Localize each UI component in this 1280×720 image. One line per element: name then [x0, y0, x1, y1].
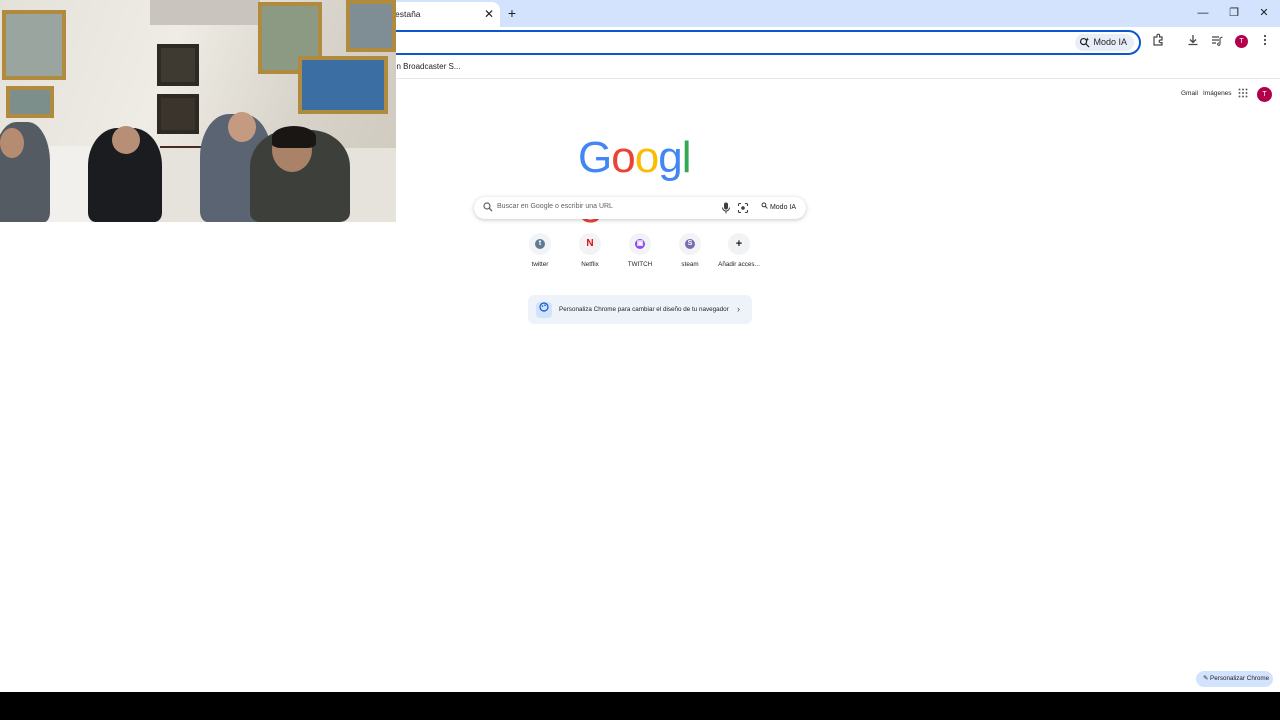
- shortcut-favicon: ▣: [629, 233, 651, 255]
- head: [228, 112, 256, 142]
- bookmark-item[interactable]: en Broadcaster S...: [392, 62, 460, 71]
- hair: [272, 126, 316, 148]
- tab-close-icon[interactable]: ✕: [481, 6, 497, 22]
- profile-avatar[interactable]: T: [1235, 35, 1248, 48]
- painting-frame: [2, 10, 66, 80]
- shortcut-tile[interactable]: ▣ TWITCH: [615, 233, 665, 273]
- shortcut-tile[interactable]: Ssteam: [665, 233, 715, 273]
- taskbar: [0, 692, 1280, 720]
- search-input[interactable]: Buscar en Google o escribir una URL: [497, 203, 613, 210]
- modo-ia-omnibox-button[interactable]: Modo IA: [1075, 34, 1134, 51]
- google-account-avatar[interactable]: T: [1257, 87, 1272, 102]
- modo-ia-search-label: Modo IA: [769, 204, 797, 211]
- logo-letter: o: [634, 133, 660, 182]
- sparkle-search-icon: [1080, 37, 1090, 48]
- painting-frame: [346, 0, 396, 52]
- shortcut-favicon: N: [579, 233, 601, 255]
- shortcut-icon: t: [535, 239, 545, 249]
- shortcut-icon: +: [735, 238, 743, 250]
- modo-ia-label: Modo IA: [1093, 37, 1127, 47]
- painting-frame: [6, 86, 54, 118]
- head: [112, 126, 140, 154]
- shortcut-label: TWITCH: [627, 261, 653, 268]
- head: [0, 128, 24, 158]
- shortcut-tile[interactable]: N Netflix: [565, 233, 615, 273]
- logo-letter: G: [578, 133, 612, 182]
- google-lens-icon[interactable]: [737, 202, 749, 214]
- new-tab-button[interactable]: +: [503, 4, 521, 22]
- chrome-window: estaña ✕ + — ❐ ✕ Modo IA T en Broadcaste…: [0, 0, 1280, 692]
- shortcut-label: twitter: [531, 261, 549, 268]
- shortcut-label: Netflix: [581, 261, 599, 268]
- modo-ia-search-button[interactable]: Modo IA: [756, 201, 801, 215]
- minimize-button[interactable]: —: [1193, 5, 1213, 21]
- shortcut-icon: ▣: [635, 239, 645, 249]
- close-window-button[interactable]: ✕: [1254, 5, 1274, 21]
- menu-icon[interactable]: [1256, 33, 1274, 51]
- download-icon[interactable]: [1184, 33, 1202, 51]
- media-queue-icon[interactable]: [1208, 33, 1226, 51]
- shortcut-label: Añadir acces...: [718, 261, 760, 268]
- microphone-icon[interactable]: [720, 201, 732, 215]
- shortcut-icon: S: [685, 239, 695, 249]
- shortcut-favicon: t: [529, 233, 551, 255]
- painting-frame: [157, 94, 199, 134]
- google-apps-icon[interactable]: [1237, 88, 1249, 100]
- sparkle-search-icon: [761, 202, 768, 209]
- shortcut-tile[interactable]: t twitter: [515, 233, 565, 273]
- customize-chrome-card[interactable]: Personaliza Chrome para cambiar el diseñ…: [528, 295, 752, 324]
- gmail-link[interactable]: Gmail: [1181, 90, 1198, 97]
- shortcut-icon: N: [586, 238, 594, 249]
- restore-button[interactable]: ❐: [1224, 5, 1244, 21]
- extensions-icon[interactable]: [1149, 33, 1167, 51]
- logo-letter: o: [611, 133, 636, 182]
- shortcut-label: steam: [681, 261, 699, 268]
- customize-card-text: Personaliza Chrome para cambiar el diseñ…: [559, 306, 729, 313]
- personalize-chrome-button[interactable]: ✎ Personalizar Chrome: [1196, 671, 1273, 687]
- webcam-overlay: [0, 0, 396, 222]
- painting-frame: [157, 44, 199, 86]
- omnibox[interactable]: Modo IA: [300, 30, 1141, 55]
- tab-title: estaña: [395, 9, 421, 19]
- google-logo: Google: [578, 133, 702, 232]
- shortcut-tile[interactable]: + Añadir acces...: [714, 233, 764, 273]
- shortcut-favicon: S: [679, 233, 701, 255]
- shortcut-favicon: +: [728, 233, 750, 255]
- ceiling-shadow: [150, 0, 260, 25]
- palette-icon: [536, 302, 552, 318]
- chevron-right-icon: ›: [737, 304, 740, 314]
- images-link[interactable]: Imágenes: [1203, 90, 1232, 97]
- ntp-search-box[interactable]: Buscar en Google o escribir una URL Modo…: [474, 197, 806, 219]
- search-icon: [483, 202, 493, 212]
- logo-letter: l: [681, 133, 692, 182]
- painting-frame: [298, 56, 388, 114]
- logo-letter: g: [658, 133, 683, 182]
